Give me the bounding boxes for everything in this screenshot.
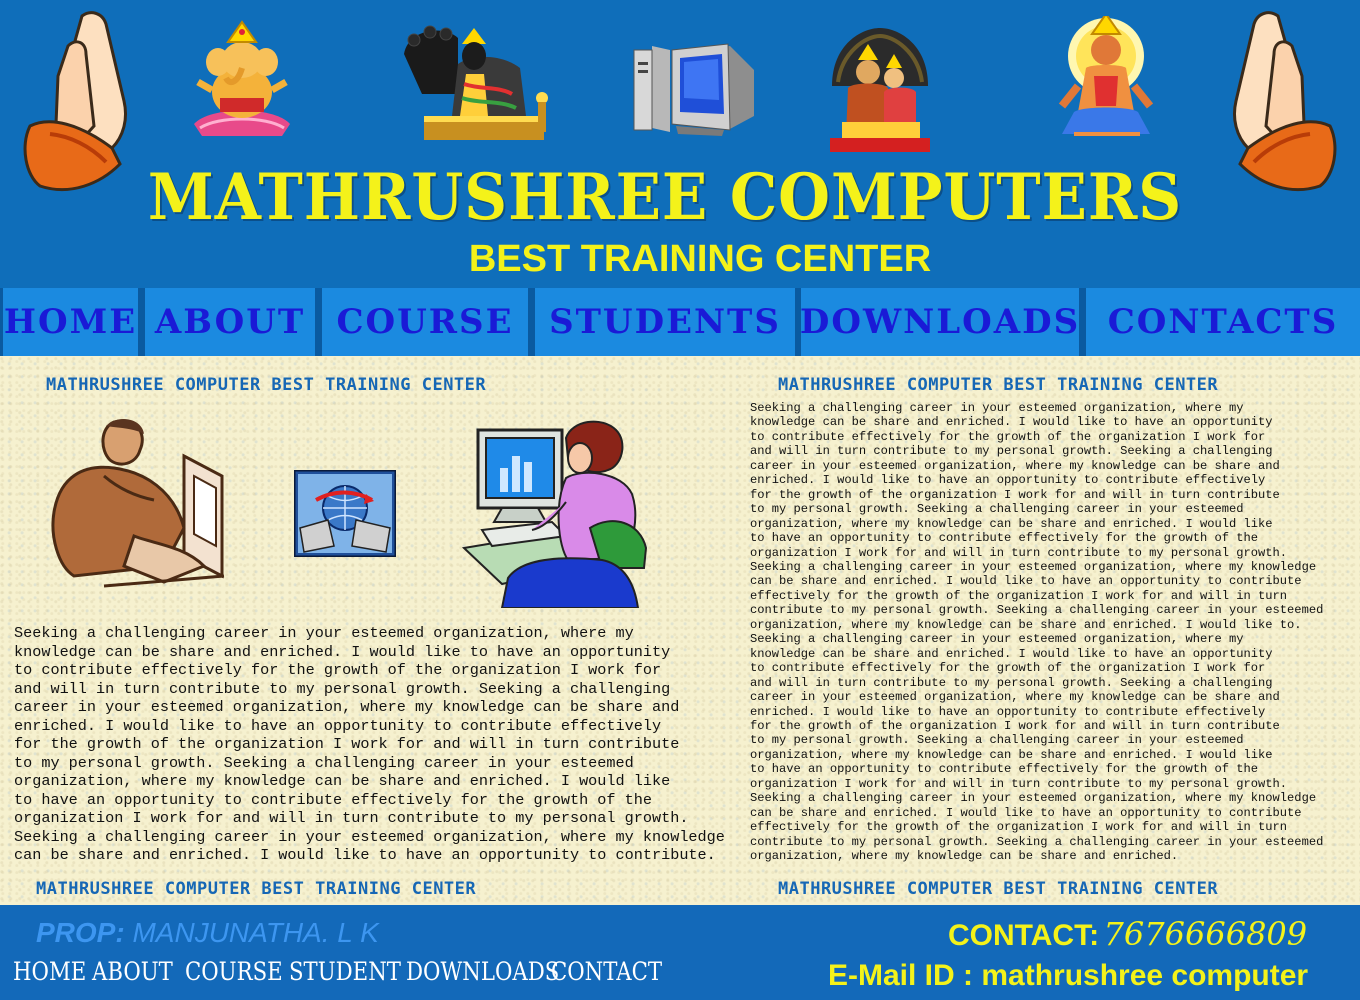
ganesha-image <box>194 20 290 136</box>
network-computers-clipart <box>294 470 396 557</box>
left-section-footer-heading: MATHRUSHREE COMPUTER BEST TRAINING CENTE… <box>36 879 477 899</box>
nav-course[interactable]: COURSE <box>322 288 528 356</box>
contact-phone: 7676666809 <box>1103 915 1308 953</box>
left-paragraph: Seeking a challenging career in your est… <box>14 624 725 864</box>
narasimha-image <box>830 28 930 152</box>
proprietor-line: PROP: MANJUNATHA. L K <box>36 917 379 949</box>
hanuman-image <box>1058 16 1154 136</box>
nav-students[interactable]: STUDENTS <box>535 288 795 356</box>
contact-line: CONTACT: 7676666809 <box>948 915 1307 953</box>
footer-nav-student[interactable]: STUDENT <box>289 957 401 986</box>
site-title: MATHRUSHREE COMPUTERS <box>147 160 1183 235</box>
footer-nav-downloads[interactable]: DOWNLOADS <box>406 957 559 986</box>
footer-nav-home[interactable]: HOME <box>13 957 86 986</box>
email-line: E-Mail ID : mathrushree computer <box>828 959 1309 992</box>
businessman-computer-clipart <box>51 419 225 588</box>
footer-nav-course[interactable]: COURSE <box>185 957 283 986</box>
right-section-heading: MATHRUSHREE COMPUTER BEST TRAINING CENTE… <box>778 375 1219 395</box>
proprietor-name: MANJUNATHA. L K <box>132 917 379 948</box>
main-nav: HOME ABOUT COURSE STUDENTS DOWNLOADS CON… <box>0 288 1360 356</box>
contact-label: CONTACT: <box>948 919 1100 952</box>
proprietor-label: PROP: <box>36 917 125 948</box>
site-footer: PROP: MANJUNATHA. L K HOME ABOUT COURSE … <box>0 905 1360 1000</box>
main-content: MATHRUSHREE COMPUTER BEST TRAINING CENTE… <box>0 356 1360 905</box>
computer-icon <box>633 43 754 136</box>
deity-image <box>404 25 548 140</box>
footer-nav-contact[interactable]: CONTACT <box>551 957 662 986</box>
woman-computer-clipart <box>462 420 648 608</box>
site-subtitle: BEST TRAINING CENTER <box>468 238 932 280</box>
nav-about[interactable]: ABOUT <box>145 288 315 356</box>
site-header: MATHRUSHREE COMPUTERS BEST TRAINING CENT… <box>0 0 1360 288</box>
nav-contacts[interactable]: CONTACTS <box>1086 288 1360 356</box>
right-paragraph: Seeking a challenging career in your est… <box>750 401 1324 864</box>
right-section-footer-heading: MATHRUSHREE COMPUTER BEST TRAINING CENTE… <box>778 879 1219 899</box>
nav-downloads[interactable]: DOWNLOADS <box>800 288 1079 356</box>
left-section-heading: MATHRUSHREE COMPUTER BEST TRAINING CENTE… <box>46 375 487 395</box>
nav-home[interactable]: HOME <box>3 288 138 356</box>
footer-nav-about[interactable]: ABOUT <box>92 957 173 986</box>
